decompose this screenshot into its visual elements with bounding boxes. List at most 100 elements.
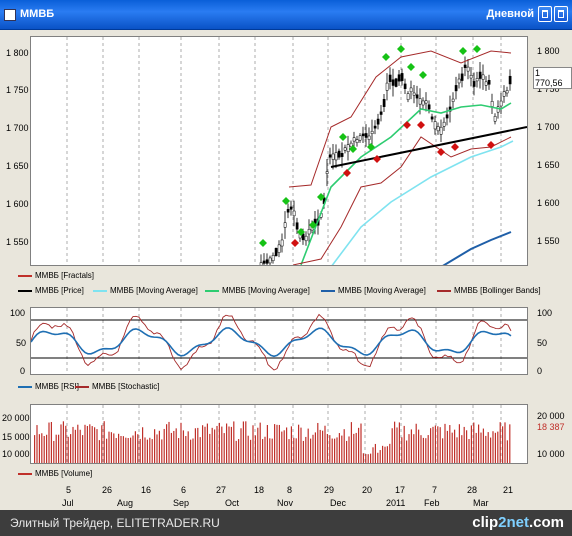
volume-bar (130, 437, 132, 463)
volume-bar (163, 428, 165, 463)
volume-bar (158, 430, 160, 463)
volume-bar (53, 440, 55, 463)
fractal-up-icon (367, 143, 375, 151)
volume-bar (72, 426, 74, 463)
x-day-label: 6 (181, 485, 187, 495)
volume-bar (365, 454, 367, 463)
price-tick-left: 1 700 (6, 123, 29, 133)
volume-bar (149, 437, 151, 463)
osc-tick-right: 0 (537, 366, 543, 376)
volume-bar (295, 438, 297, 463)
volume-bar (74, 429, 76, 463)
volume-bar (322, 430, 324, 463)
volume-bar (139, 438, 141, 463)
x-day-label: 21 (503, 485, 514, 495)
volume-bar (492, 431, 494, 463)
candle-body (370, 130, 374, 134)
volume-bar (245, 421, 247, 463)
candle-body (502, 91, 506, 97)
osc-tick-left: 50 (16, 338, 27, 348)
price-tick-right: 1 700 (537, 122, 560, 132)
window-button[interactable] (554, 6, 568, 22)
x-day-label: 8 (287, 485, 293, 495)
legend-fractals: ММВБ [Fractals] (18, 271, 94, 280)
osc-tick-right: 50 (537, 338, 548, 348)
volume-bar (329, 435, 331, 463)
candle-body (394, 78, 398, 87)
volume-bar (218, 422, 220, 463)
volume-bar (106, 438, 108, 463)
candle-body (475, 78, 479, 82)
volume-bar (372, 447, 374, 463)
restore-button[interactable] (538, 6, 552, 22)
volume-bar (310, 438, 312, 463)
fractal-up-icon (382, 53, 390, 61)
oscillator-panel[interactable] (30, 307, 528, 375)
price-tick-right: 1 600 (537, 198, 560, 208)
volume-chart (34, 405, 511, 463)
candle-body (469, 75, 473, 79)
timeframe-label[interactable]: Дневной (487, 8, 535, 20)
volume-bar (437, 426, 439, 463)
volume-bar (247, 435, 249, 463)
candle-body (337, 150, 341, 158)
volume-tick-left: 20 000 (2, 413, 30, 423)
candle-body (406, 93, 410, 100)
candle-body (442, 121, 446, 127)
x-day-label: 17 (395, 485, 406, 495)
price-tick-right: 1 550 (537, 236, 560, 246)
volume-bar (274, 424, 276, 463)
legend-rsi: ММВБ [RSI] (18, 382, 79, 391)
candle-body (415, 94, 419, 99)
volume-bar (415, 423, 417, 463)
volume-bar (36, 425, 38, 463)
volume-bar (41, 433, 43, 463)
legend-price: ММВБ [Price] (18, 286, 84, 295)
volume-bar (463, 426, 465, 463)
candle-body (433, 121, 437, 130)
osc-tick-left: 100 (10, 308, 26, 318)
volume-bar (192, 438, 194, 463)
volume-bar (250, 439, 252, 463)
volume-bar (120, 435, 122, 463)
volume-bar (456, 437, 458, 463)
volume-bar (115, 438, 117, 463)
volume-bar (281, 431, 283, 463)
volume-bar (377, 452, 379, 463)
last-price-label: 1 770,56 (533, 67, 572, 89)
x-month-label: Mar (473, 498, 489, 508)
volume-panel[interactable] (30, 404, 528, 464)
volume-bar (307, 428, 309, 463)
candle-body (361, 133, 365, 137)
volume-bar (65, 425, 67, 463)
volume-bar (406, 440, 408, 463)
fractal-down-icon (403, 121, 411, 129)
volume-bar (257, 427, 259, 463)
volume-bar (266, 425, 268, 463)
price-panel[interactable] (30, 36, 528, 266)
title-bar: ММВБ Дневной (0, 0, 572, 30)
volume-bar (173, 430, 175, 463)
volume-bar (197, 427, 199, 463)
candle-body (271, 255, 275, 261)
volume-bar (182, 430, 184, 463)
volume-bar (118, 433, 120, 463)
volume-bar (91, 426, 93, 463)
volume-bar (420, 435, 422, 463)
volume-bar (480, 432, 482, 463)
volume-bar (269, 438, 271, 463)
volume-bar (391, 428, 393, 463)
candle-body (382, 99, 386, 107)
legend-ma-2: ММВБ [Moving Average] (205, 286, 310, 295)
volume-bar (70, 434, 72, 463)
volume-bar (362, 453, 364, 463)
price-tick-left: 1 800 (6, 48, 29, 58)
x-day-label: 26 (102, 485, 113, 495)
candle-body (484, 81, 488, 86)
volume-bar (125, 437, 127, 463)
volume-bar (86, 425, 88, 463)
x-day-label: 20 (362, 485, 373, 495)
volume-bar (151, 439, 153, 463)
volume-bar (79, 429, 81, 463)
volume-bar (43, 436, 45, 463)
